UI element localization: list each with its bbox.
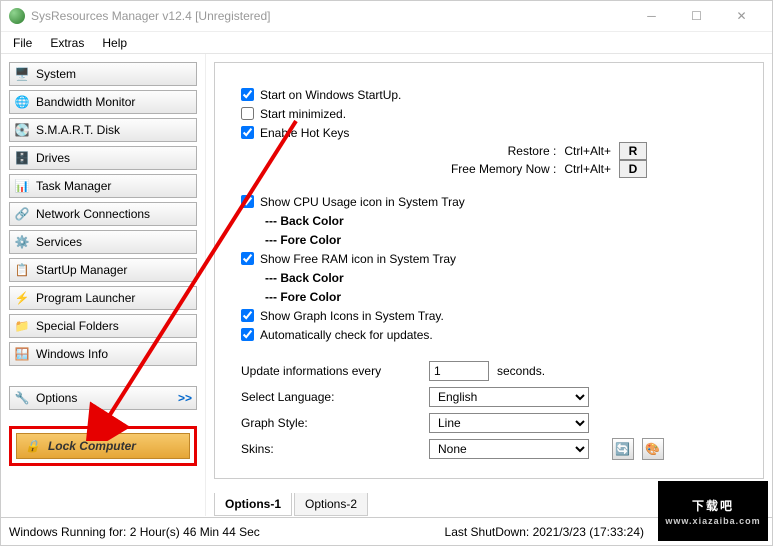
tab-options-1[interactable]: Options-1	[214, 493, 292, 516]
options-icon: 🔧	[14, 390, 30, 406]
chevron-right-icon: >>	[178, 391, 192, 405]
hotkey-freemem-input[interactable]: D	[619, 160, 647, 178]
nav-folders[interactable]: 📁 Special Folders	[9, 314, 197, 338]
minimize-button[interactable]: ─	[629, 2, 674, 30]
nav-label: StartUp Manager	[36, 263, 127, 277]
ram-back-color[interactable]: --- Back Color	[265, 268, 737, 287]
window-controls: ─ ☐ ✕	[629, 2, 764, 30]
cb-start-minimized[interactable]	[241, 107, 254, 120]
nav-bandwidth[interactable]: 🌐 Bandwidth Monitor	[9, 90, 197, 114]
lbl-graph-style: Graph Style:	[241, 416, 421, 430]
titlebar: SysResources Manager v12.4 [Unregistered…	[1, 1, 772, 32]
drive-icon: 🗄️	[14, 150, 30, 166]
lbl-start-on-startup: Start on Windows StartUp.	[260, 88, 401, 102]
nav-label: Options	[36, 391, 77, 405]
lbl-update-every: Update informations every	[241, 364, 421, 378]
lock-icon: 🔒	[25, 439, 40, 453]
lbl-show-ram: Show Free RAM icon in System Tray	[260, 252, 456, 266]
nav-label: Windows Info	[36, 347, 108, 361]
nav-options[interactable]: 🔧 Options >>	[9, 386, 197, 410]
options-panel: Start on Windows StartUp. Start minimize…	[214, 62, 764, 479]
language-select[interactable]: English	[429, 387, 589, 407]
nav-label: Services	[36, 235, 82, 249]
lbl-combo: Ctrl+Alt+	[564, 162, 611, 176]
cb-auto-update[interactable]	[241, 328, 254, 341]
maximize-button[interactable]: ☐	[674, 2, 719, 30]
nav-label: System	[36, 67, 76, 81]
cb-start-on-startup[interactable]	[241, 88, 254, 101]
nav-smart[interactable]: 💽 S.M.A.R.T. Disk	[9, 118, 197, 142]
tasks-icon: 📊	[14, 178, 30, 194]
cb-show-cpu[interactable]	[241, 195, 254, 208]
nav-label: Drives	[36, 151, 70, 165]
sidebar: 🖥️ System 🌐 Bandwidth Monitor 💽 S.M.A.R.T. …	[1, 54, 206, 516]
nav-system[interactable]: 🖥️ System	[9, 62, 197, 86]
watermark-url: www.xiazaiba.com	[665, 516, 760, 526]
nav-label: Special Folders	[36, 319, 119, 333]
app-icon	[9, 8, 25, 24]
statusbar: Windows Running for: 2 Hour(s) 46 Min 44…	[1, 517, 772, 545]
palette-button[interactable]: 🎨	[642, 438, 664, 460]
lbl-enable-hotkeys: Enable Hot Keys	[260, 126, 349, 140]
cpu-fore-color[interactable]: --- Fore Color	[265, 230, 737, 249]
lbl-skins: Skins:	[241, 442, 421, 456]
skins-select[interactable]: None	[429, 439, 589, 459]
nav-taskmgr[interactable]: 📊 Task Manager	[9, 174, 197, 198]
nav-label: Bandwidth Monitor	[36, 95, 135, 109]
content-area: Start on Windows StartUp. Start minimize…	[206, 54, 772, 516]
status-uptime: Windows Running for: 2 Hour(s) 46 Min 44…	[9, 525, 445, 539]
cb-show-graph[interactable]	[241, 309, 254, 322]
lbl-show-graph: Show Graph Icons in System Tray.	[260, 309, 444, 323]
window-title: SysResources Manager v12.4 [Unregistered…	[31, 9, 629, 23]
nav-wininfo[interactable]: 🪟 Windows Info	[9, 342, 197, 366]
lbl-select-lang: Select Language:	[241, 390, 421, 404]
network-icon: 🔗	[14, 206, 30, 222]
refresh-skins-button[interactable]: 🔄	[612, 438, 634, 460]
startup-icon: 📋	[14, 262, 30, 278]
windows-icon: 🪟	[14, 346, 30, 362]
cb-show-ram[interactable]	[241, 252, 254, 265]
menu-extras[interactable]: Extras	[42, 34, 92, 52]
nav-startup[interactable]: 📋 StartUp Manager	[9, 258, 197, 282]
lbl-combo: Ctrl+Alt+	[564, 144, 611, 158]
cpu-back-color[interactable]: --- Back Color	[265, 211, 737, 230]
close-button[interactable]: ✕	[719, 2, 764, 30]
nav-launcher[interactable]: ⚡ Program Launcher	[9, 286, 197, 310]
lbl-freemem: Free Memory Now :	[426, 162, 556, 176]
lock-label: Lock Computer	[48, 439, 136, 453]
menu-file[interactable]: File	[5, 34, 40, 52]
nav-label: S.M.A.R.T. Disk	[36, 123, 120, 137]
menu-help[interactable]: Help	[94, 34, 135, 52]
lbl-auto-update: Automatically check for updates.	[260, 328, 433, 342]
tab-options-2[interactable]: Options-2	[294, 493, 368, 516]
menubar: File Extras Help	[1, 32, 772, 54]
watermark-text: 下载吧	[692, 497, 734, 514]
lock-highlight-box: 🔒 Lock Computer	[9, 426, 197, 466]
graph-style-select[interactable]: Line	[429, 413, 589, 433]
monitor-icon: 🖥️	[14, 66, 30, 82]
nav-label: Task Manager	[36, 179, 111, 193]
nav-services[interactable]: ⚙️ Services	[9, 230, 197, 254]
lbl-seconds: seconds.	[497, 364, 545, 378]
gear-icon: ⚙️	[14, 234, 30, 250]
cb-enable-hotkeys[interactable]	[241, 126, 254, 139]
folder-icon: 📁	[14, 318, 30, 334]
lbl-start-minimized: Start minimized.	[260, 107, 346, 121]
disk-icon: 💽	[14, 122, 30, 138]
nav-drives[interactable]: 🗄️ Drives	[9, 146, 197, 170]
watermark: 下载吧 www.xiazaiba.com	[658, 481, 768, 541]
lbl-show-cpu: Show CPU Usage icon in System Tray	[260, 195, 465, 209]
globe-icon: 🌐	[14, 94, 30, 110]
bolt-icon: ⚡	[14, 290, 30, 306]
update-interval-input[interactable]	[429, 361, 489, 381]
nav-network[interactable]: 🔗 Network Connections	[9, 202, 197, 226]
lbl-restore: Restore :	[426, 144, 556, 158]
nav-label: Program Launcher	[36, 291, 135, 305]
nav-label: Network Connections	[36, 207, 150, 221]
hotkey-restore-input[interactable]: R	[619, 142, 647, 160]
lock-computer-button[interactable]: 🔒 Lock Computer	[16, 433, 190, 459]
tabs: Options-1 Options-2	[214, 493, 370, 516]
ram-fore-color[interactable]: --- Fore Color	[265, 287, 737, 306]
